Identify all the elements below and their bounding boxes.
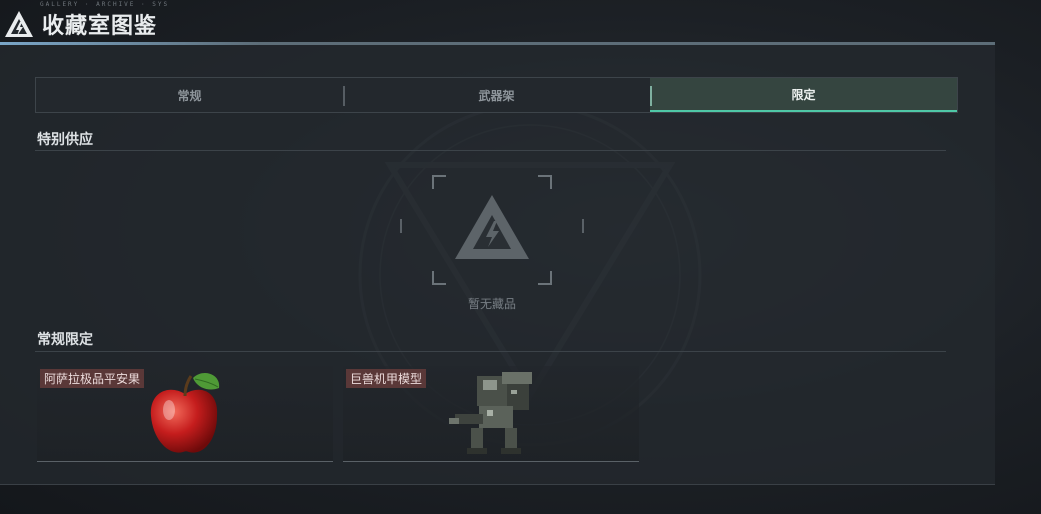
frame-corner xyxy=(432,175,446,189)
section-divider xyxy=(35,150,946,151)
tab-weapon-rack[interactable]: 武器架 xyxy=(343,78,650,112)
section-title-special-supply: 特别供应 xyxy=(37,132,93,148)
tab-regular-label: 常规 xyxy=(177,88,202,103)
section-title-regular-limited: 常规限定 xyxy=(37,332,93,348)
empty-state: 暂无藏品 xyxy=(400,175,584,315)
collection-panel: 常规 武器架 限定 特别供应 暂无藏品 常规限定 阿萨拉极品平安果 巨兽机甲模型 xyxy=(0,42,995,485)
tab-regular[interactable]: 常规 xyxy=(36,78,343,112)
page-header: 收藏室图鉴 xyxy=(4,7,157,41)
frame-corner xyxy=(538,271,552,285)
delta-logo-icon xyxy=(5,11,33,37)
category-tabs: 常规 武器架 限定 xyxy=(35,77,958,113)
item-name-tag: 巨兽机甲模型 xyxy=(346,369,427,388)
empty-state-text: 暂无藏品 xyxy=(467,297,516,311)
frame-tick xyxy=(400,219,402,233)
section-divider xyxy=(35,351,946,352)
tab-limited-label: 限定 xyxy=(791,87,816,102)
frame-corner xyxy=(538,175,552,189)
tab-weapon-rack-label: 武器架 xyxy=(478,88,515,103)
apple-icon xyxy=(150,373,220,453)
item-name-tag: 阿萨拉极品平安果 xyxy=(40,369,145,388)
item-card-mech-model[interactable]: 巨兽机甲模型 xyxy=(343,366,639,462)
frame-tick xyxy=(582,219,584,233)
mech-model-icon xyxy=(449,372,532,454)
frame-corner xyxy=(432,271,446,285)
item-card-apple[interactable]: 阿萨拉极品平安果 xyxy=(37,366,333,462)
tab-limited[interactable]: 限定 xyxy=(650,78,957,112)
empty-logo-icon xyxy=(455,195,529,259)
item-list: 阿萨拉极品平安果 巨兽机甲模型 xyxy=(37,366,639,462)
page-title: 收藏室图鉴 xyxy=(42,14,158,39)
